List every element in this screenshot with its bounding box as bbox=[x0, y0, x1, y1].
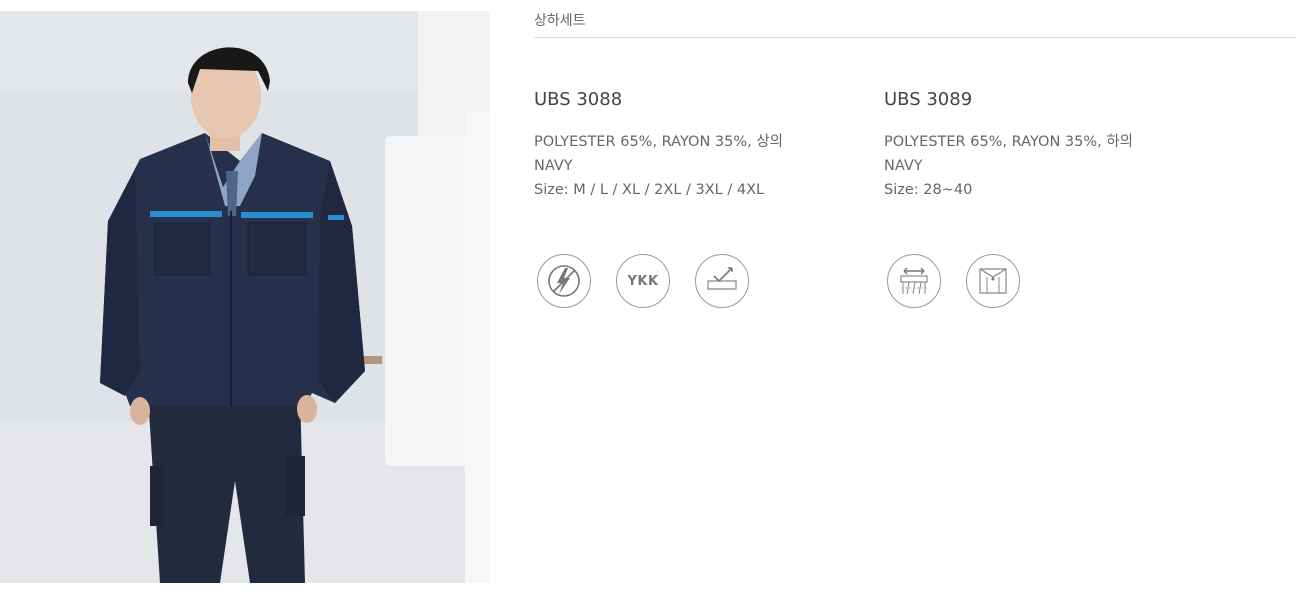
category-title: 상하세트 bbox=[534, 13, 586, 29]
product-material: POLYESTER 65%, RAYON 35%, 상의 bbox=[534, 134, 784, 150]
pocket-icon bbox=[966, 254, 1020, 308]
durability-check-icon bbox=[695, 254, 749, 308]
product-info-top: UBS 3088 POLYESTER 65%, RAYON 35%, 상의 NA… bbox=[534, 88, 783, 202]
ykk-label: YKK bbox=[627, 273, 659, 289]
product-size: Size: M / L / XL / 2XL / 3XL / 4XL bbox=[534, 182, 765, 198]
ykk-zipper-icon: YKK bbox=[616, 254, 670, 308]
product-code: UBS 3089 bbox=[884, 89, 973, 110]
product-photo bbox=[0, 11, 490, 583]
category-header: 상하세트 bbox=[534, 10, 1296, 38]
product-color: NAVY bbox=[534, 158, 573, 174]
product-color: NAVY bbox=[884, 158, 923, 174]
feature-icons-top: YKK bbox=[537, 254, 749, 308]
product-info-bottom: UBS 3089 POLYESTER 65%, RAYON 35%, 하의 NA… bbox=[884, 88, 1133, 202]
antistatic-icon bbox=[537, 254, 591, 308]
product-size: Size: 28~40 bbox=[884, 182, 973, 198]
product-code: UBS 3088 bbox=[534, 89, 623, 110]
feature-icons-bottom bbox=[887, 254, 1020, 308]
product-material: POLYESTER 65%, RAYON 35%, 하의 bbox=[884, 134, 1134, 150]
stretch-waistband-icon bbox=[887, 254, 941, 308]
